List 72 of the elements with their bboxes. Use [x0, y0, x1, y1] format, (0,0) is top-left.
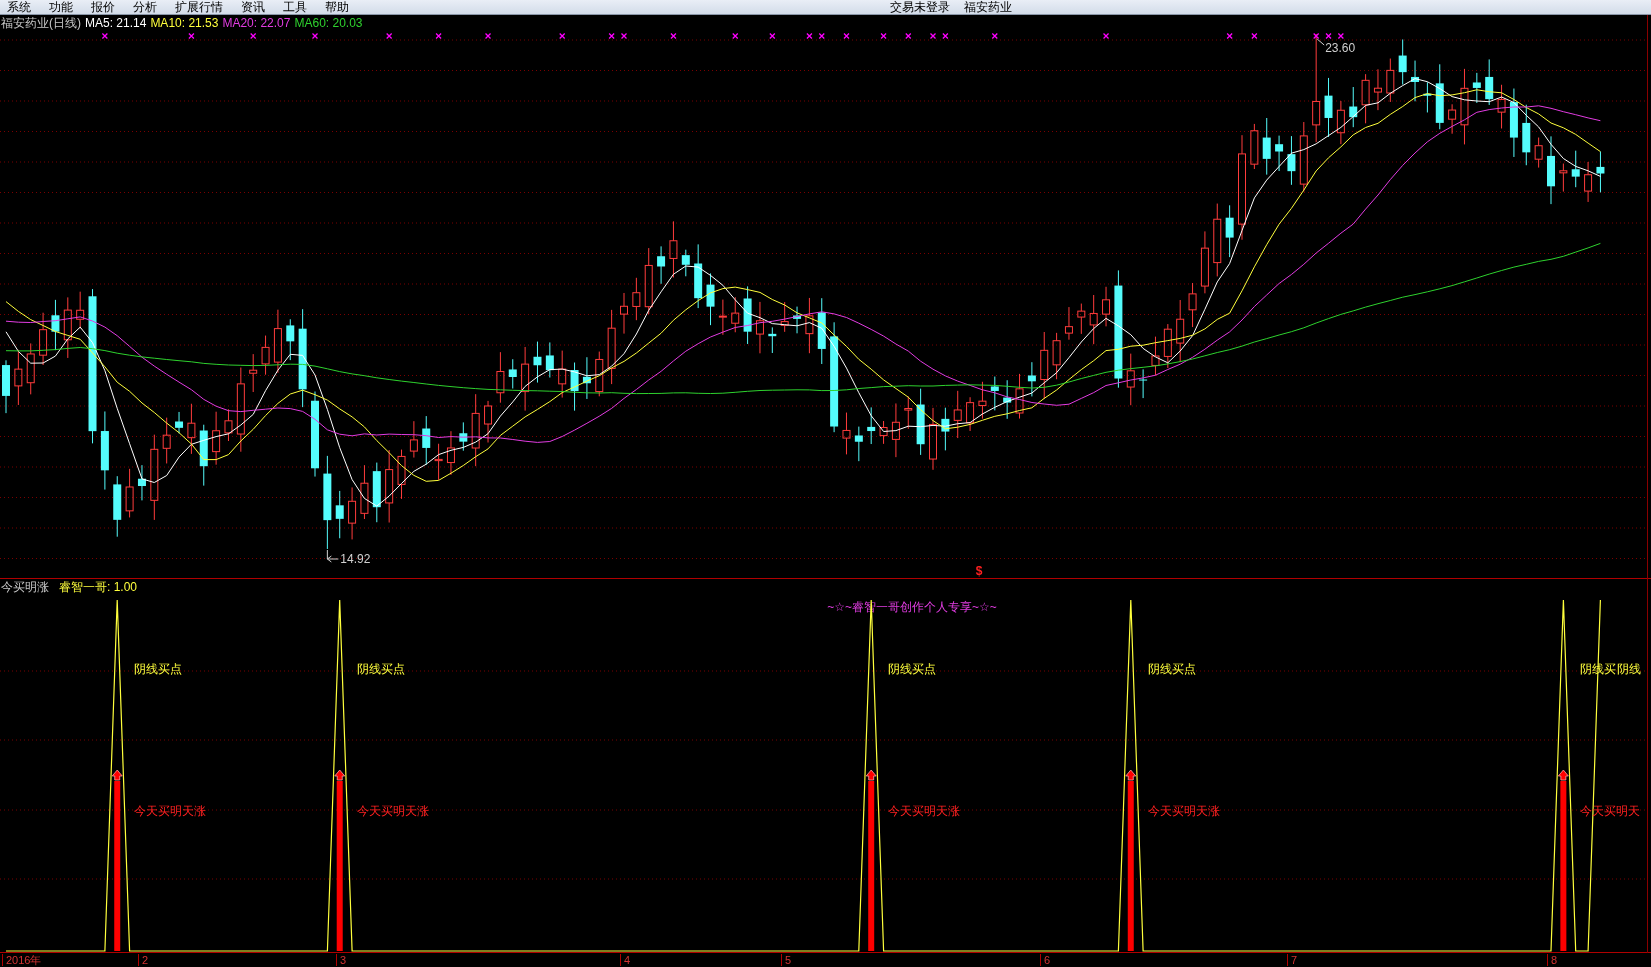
indicator-label: MA20: 22.07: [222, 16, 291, 30]
menu-item[interactable]: 资讯: [234, 0, 272, 14]
chart-title: 福安药业(日线): [1, 16, 81, 30]
cross-marker-icon: [1226, 32, 1233, 40]
signal-label: 阴线买点: [134, 662, 183, 676]
indicator-label: MA5: 21.14: [85, 16, 147, 30]
cross-marker-icon: [1313, 32, 1320, 40]
leader-arrow: [326, 549, 339, 563]
signal-label: 阴线: [1617, 662, 1642, 676]
cross-marker-icon: [818, 32, 825, 40]
cross-marker-icon: [1337, 32, 1345, 40]
menu-item[interactable]: 分析: [126, 0, 164, 14]
cross-marker-icon: [880, 32, 887, 40]
menu-item[interactable]: 功能: [42, 0, 80, 14]
indicator-label: MA60: 20.03: [294, 16, 363, 30]
axis-label: 7: [1287, 954, 1298, 966]
menu-item[interactable]: 工具: [276, 0, 314, 14]
cross-marker-icon: [620, 32, 628, 40]
cross-marker-icon: [435, 32, 442, 40]
price-low-label: 14.92: [340, 552, 371, 566]
axis-label: 8: [1547, 954, 1558, 966]
cross-marker-icon: [101, 32, 109, 40]
cross-marker-icon: [250, 32, 257, 40]
cross-marker-icon: [484, 32, 492, 40]
signal-label: 今天买明天涨: [356, 804, 429, 818]
cross-marker-icon: [769, 32, 776, 40]
cross-marker-icon: [311, 32, 319, 40]
indicator-value: 睿智一哥: 1.00: [59, 580, 138, 594]
up-arrow-icon: [1557, 769, 1569, 781]
cross-marker-icon: [386, 32, 393, 40]
cross-marker-icon: [1251, 32, 1258, 40]
axis-label: 6: [1040, 954, 1051, 966]
cross-marker-icon: [608, 32, 615, 40]
cross-marker-icon: [188, 32, 195, 40]
indicator-title: 今买明涨: [1, 580, 49, 594]
signal-label: 阴线买点: [888, 662, 937, 676]
menu-item[interactable]: 扩展行情: [168, 0, 230, 14]
signal-label: 今天买明天: [1580, 804, 1641, 818]
axis-label: 2: [138, 954, 149, 966]
cross-marker-icon: [843, 32, 850, 40]
axis-label: 3: [336, 954, 347, 966]
cross-marker-icon: [1102, 32, 1110, 40]
cross-marker-icon: [1325, 32, 1332, 40]
axis-label: 5: [781, 954, 792, 966]
cross-marker-icon: [670, 32, 677, 40]
cross-marker-icon: [732, 32, 739, 40]
cross-marker-icon: [929, 32, 937, 40]
axis-label: 4: [620, 954, 631, 966]
up-arrow-icon: [334, 769, 346, 781]
signal-label: 今天买明天涨: [888, 804, 961, 818]
axis-label: 2016年: [2, 954, 42, 966]
cross-marker-icon: [559, 32, 566, 40]
signal-label: 阴线买点: [356, 662, 405, 676]
cross-marker-icon: [942, 32, 949, 40]
signal-label: 今天买明天涨: [134, 804, 207, 818]
currency-marker: $: [975, 564, 983, 578]
cross-marker-icon: [905, 32, 912, 40]
signal-label: 今天买明天涨: [1147, 804, 1220, 818]
status-text: 交易未登录: [890, 0, 950, 14]
leader-line: [1316, 38, 1325, 46]
menu-item[interactable]: 系统: [0, 0, 38, 14]
cross-marker-icon: [991, 32, 998, 40]
status-text: 福安药业: [964, 0, 1012, 14]
indicator-label: MA10: 21.53: [150, 16, 219, 30]
signal-label: 阴线买点: [1147, 662, 1196, 676]
menu-item[interactable]: 报价: [84, 0, 122, 14]
cross-marker-icon: [806, 32, 813, 40]
up-arrow-icon: [865, 769, 877, 781]
menu-item[interactable]: 帮助: [318, 0, 356, 14]
up-arrow-icon: [111, 769, 123, 781]
price-high-label: 23.60: [1325, 41, 1356, 55]
up-arrow-icon: [1125, 769, 1137, 781]
